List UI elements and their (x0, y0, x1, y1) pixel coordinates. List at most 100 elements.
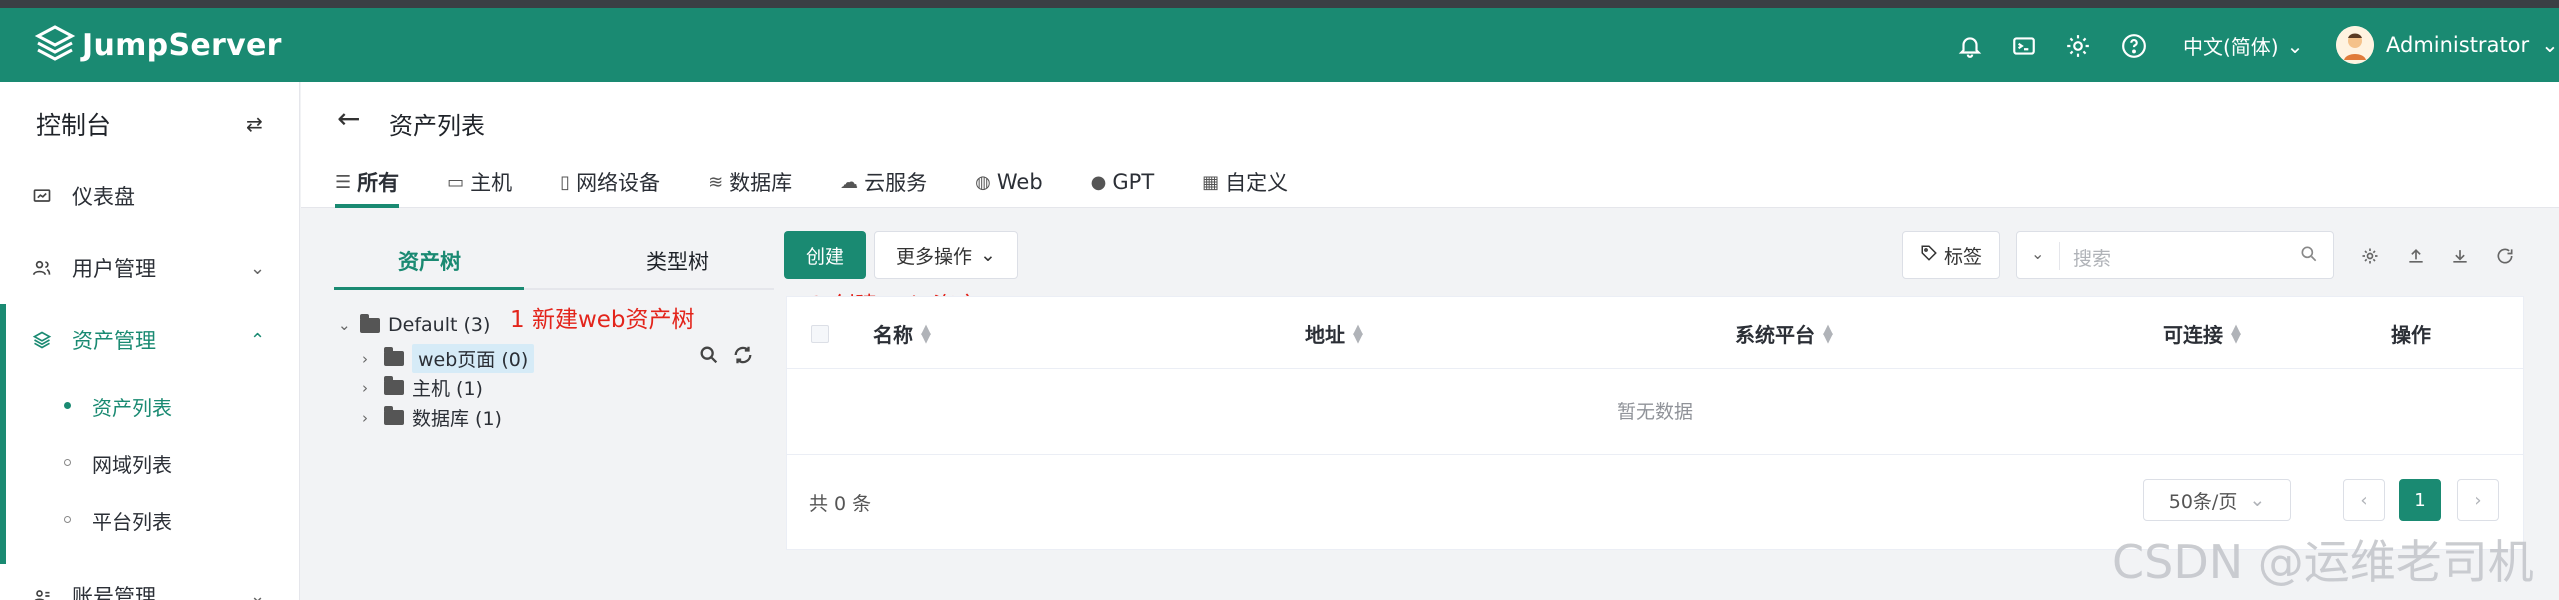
tab-asset-tree[interactable]: 资产树 (398, 246, 461, 276)
sidebar-subitem-domain-list[interactable]: 网域列表 (0, 437, 300, 487)
tab-web[interactable]: ◍ Web (975, 162, 1043, 202)
next-page-button[interactable]: › (2457, 479, 2499, 521)
tree-tab-underline (334, 287, 524, 290)
user-menu[interactable]: Administrator ⌄ (2336, 26, 2559, 64)
upload-icon[interactable] (2404, 244, 2428, 268)
tree-node-label: 主机 (1) (412, 378, 483, 400)
layers-icon (30, 328, 54, 352)
chevron-down-icon: ⌄ (338, 316, 351, 334)
tag-icon (1920, 244, 1938, 267)
tag-label: 标签 (1943, 245, 1982, 268)
bullet-icon (64, 402, 71, 409)
create-button[interactable]: 创建 (784, 231, 866, 279)
search-placeholder: 搜索 (2073, 248, 2112, 270)
network-icon: ▯ (560, 171, 571, 193)
divider (2059, 242, 2060, 270)
chevron-down-icon: ⌄ (250, 257, 266, 279)
watermark: CSDN @运维老司机 (2112, 535, 2534, 589)
tab-host[interactable]: ▭ 主机 (447, 162, 512, 202)
bell-icon[interactable] (1956, 32, 1984, 60)
search-input[interactable]: ⌄ 搜索 (2016, 231, 2334, 279)
column-header-platform[interactable]: 系统平台 ▲ ▼ (1735, 319, 1833, 348)
sidebar-subitem-asset-list[interactable]: 资产列表 (0, 380, 300, 430)
tab-label: Web (996, 170, 1043, 194)
page-size-select[interactable]: 50条/页 ⌄ (2143, 479, 2291, 521)
sidebar-item-label: 资产管理 (72, 329, 156, 353)
settings-icon[interactable] (2358, 244, 2382, 268)
tree-search-icon[interactable] (698, 344, 720, 371)
more-actions-button[interactable]: 更多操作 ⌄ (874, 231, 1018, 279)
sidebar-item-label: 仪表盘 (72, 185, 135, 209)
tab-label: 所有 (357, 171, 400, 195)
tree-refresh-icon[interactable] (732, 344, 754, 371)
tree-node-host[interactable]: › 主机 (1) (362, 374, 483, 401)
tree-tabs: 资产树 类型树 (334, 224, 774, 290)
select-all-checkbox[interactable] (811, 325, 829, 343)
swap-icon[interactable]: ⇄ (246, 112, 263, 136)
column-header-name[interactable]: 名称 ▲ ▼ (873, 319, 931, 348)
sidebar-item-accounts[interactable]: 账号管理 ⌄ (0, 566, 300, 600)
sidebar-item-users[interactable]: 用户管理 ⌄ (0, 238, 300, 298)
chat-icon: ● (1090, 171, 1107, 193)
sort-icon[interactable]: ▲ ▼ (1353, 323, 1363, 345)
tag-button[interactable]: 标签 (1902, 231, 2000, 279)
refresh-icon[interactable] (2493, 244, 2517, 268)
sidebar-item-assets[interactable]: 资产管理 ⌃ (0, 310, 300, 370)
tab-custom[interactable]: ▦ 自定义 (1202, 162, 1288, 202)
tree-node-database[interactable]: › 数据库 (1) (362, 404, 502, 431)
sidebar-item-label: 用户管理 (72, 257, 156, 281)
bullet-icon (64, 459, 71, 466)
tab-network-device[interactable]: ▯ 网络设备 (560, 162, 660, 202)
logo[interactable]: JumpServer (34, 24, 282, 66)
sidebar-subitem-platform-list[interactable]: 平台列表 (0, 494, 300, 544)
bullet-icon (64, 516, 71, 523)
cloud-icon: ☁ (840, 171, 859, 193)
tab-database[interactable]: ≋ 数据库 (708, 162, 792, 202)
chevron-right-icon: › (2474, 489, 2482, 511)
host-icon: ▭ (447, 171, 465, 193)
language-label: 中文(简体) (2183, 35, 2279, 59)
more-actions-label: 更多操作 (896, 245, 973, 268)
sidebar-subitem-label: 平台列表 (92, 510, 172, 534)
page-size-label: 50条/页 (2168, 490, 2238, 513)
tab-cloud[interactable]: ☁ 云服务 (840, 162, 927, 202)
column-header-connectivity[interactable]: 可连接 ▲ ▼ (2163, 319, 2241, 348)
chevron-left-icon: ‹ (2360, 489, 2368, 511)
total-count: 共 0 条 (809, 493, 872, 515)
column-header-address[interactable]: 地址 ▲ ▼ (1305, 319, 1363, 348)
prev-page-button[interactable]: ‹ (2343, 479, 2385, 521)
sidebar: 控制台 ⇄ 仪表盘 用户管理 ⌄ 资产管理 ⌃ 资产列表 网域列表 平台列表 账… (0, 82, 300, 600)
tab-label: 云服务 (864, 171, 928, 195)
sort-icon[interactable]: ▲ ▼ (2231, 323, 2241, 345)
app-header: JumpServer 中文(简体) ⌄ Administrator ⌄ (0, 8, 2559, 82)
tab-type-tree[interactable]: 类型树 (646, 246, 709, 276)
tab-gpt[interactable]: ● GPT (1091, 162, 1154, 202)
tree-node-web[interactable]: › web页面 (0) (362, 344, 535, 373)
folder-open-icon (360, 313, 380, 333)
column-label: 名称 (873, 323, 913, 347)
tree-node-root[interactable]: ⌄ Default (3) (338, 313, 490, 336)
chevron-down-icon: ⌄ (2541, 33, 2559, 57)
help-icon[interactable] (2120, 32, 2148, 60)
top-strip (0, 0, 2559, 8)
back-arrow-icon[interactable]: ← (337, 102, 360, 135)
grid-icon: ▦ (1202, 171, 1220, 193)
gear-icon[interactable] (2064, 32, 2092, 60)
chevron-down-icon[interactable]: ⌄ (2031, 244, 2044, 263)
avatar (2336, 26, 2374, 64)
search-icon[interactable] (2299, 244, 2319, 269)
sidebar-title: 控制台 (36, 111, 112, 140)
language-select[interactable]: 中文(简体) ⌄ (2183, 31, 2303, 60)
account-icon (30, 584, 54, 600)
sort-icon[interactable]: ▲ ▼ (1823, 323, 1833, 345)
tab-all[interactable]: ☰ 所有 (335, 162, 400, 208)
terminal-icon[interactable] (2010, 32, 2038, 60)
page-number-button[interactable]: 1 (2399, 479, 2441, 521)
chevron-down-icon: ⌄ (2286, 33, 2304, 58)
download-icon[interactable] (2448, 244, 2472, 268)
column-label: 可连接 (2163, 323, 2223, 347)
sidebar-item-dashboard[interactable]: 仪表盘 (0, 166, 300, 226)
app-name: JumpServer (82, 27, 282, 63)
sort-icon[interactable]: ▲ ▼ (921, 323, 931, 345)
column-label: 地址 (1305, 323, 1345, 347)
